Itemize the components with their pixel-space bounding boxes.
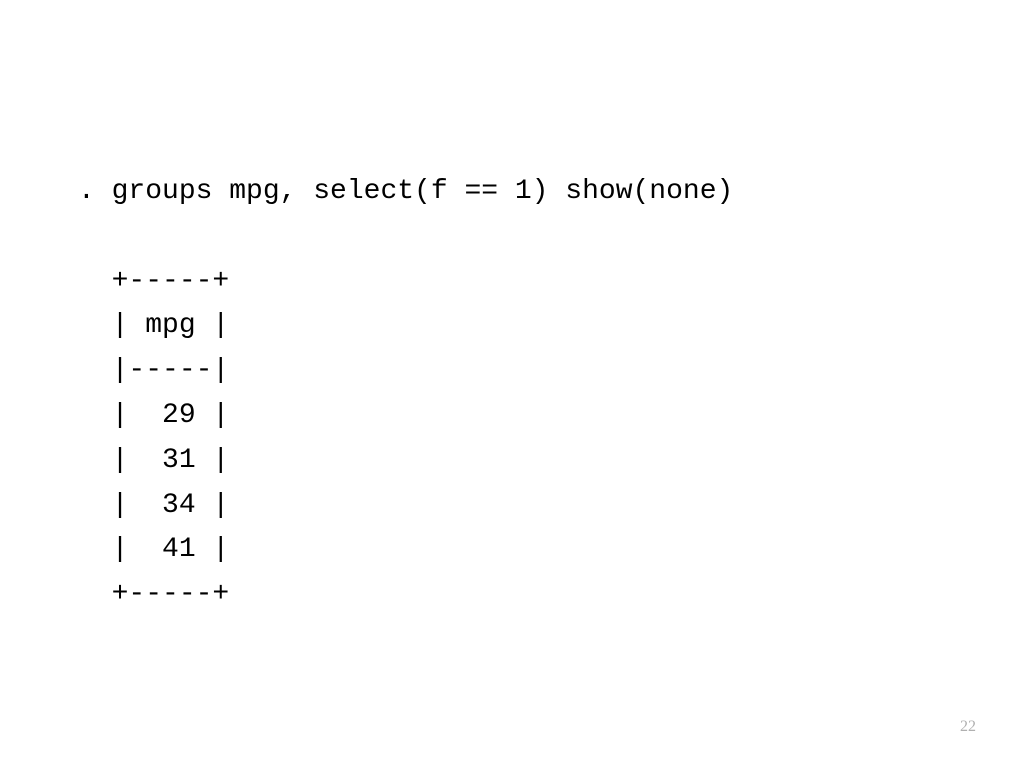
table-top-border: +-----+	[78, 266, 229, 297]
table-bottom-border: +-----+	[78, 579, 229, 610]
table-row: | 41 |	[78, 534, 229, 565]
command-line: . groups mpg, select(f == 1) show(none)	[78, 176, 733, 207]
table-header-row: | mpg |	[78, 310, 229, 341]
stata-output-block: . groups mpg, select(f == 1) show(none) …	[78, 170, 733, 618]
table-divider: |-----|	[78, 355, 229, 386]
table-row: | 31 |	[78, 445, 229, 476]
table-row: | 34 |	[78, 490, 229, 521]
page-number: 22	[960, 718, 976, 736]
table-row: | 29 |	[78, 400, 229, 431]
